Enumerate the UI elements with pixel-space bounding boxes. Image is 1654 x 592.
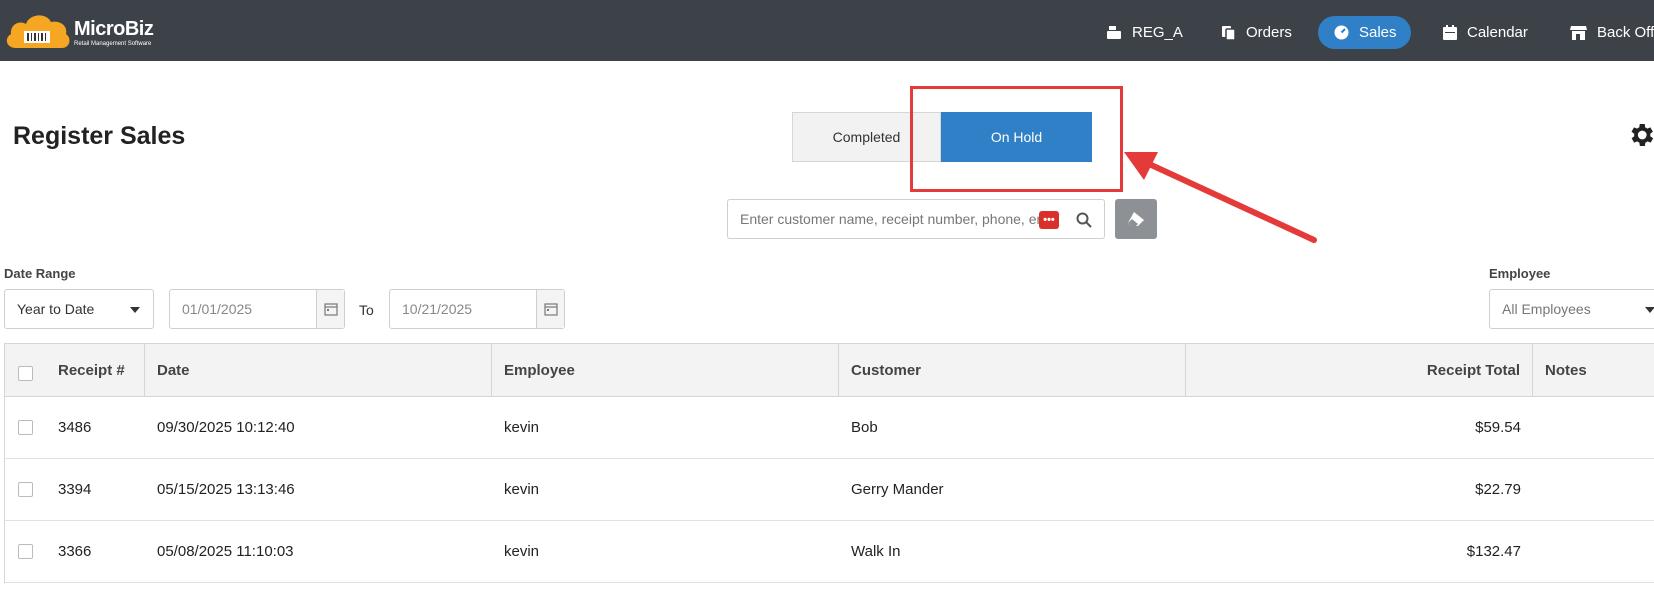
receipt-cell: 3486	[58, 419, 92, 436]
date-from-value: 01/01/2025	[182, 301, 253, 317]
date-range-label: Date Range	[4, 266, 76, 281]
top-navigation-bar: MicroBiz Retail Management Software REG_…	[0, 0, 1654, 61]
logo-name: MicroBiz	[74, 18, 154, 40]
total-cell: $22.79	[1475, 481, 1521, 498]
column-notes[interactable]: Notes	[1533, 344, 1654, 396]
orders-icon	[1222, 25, 1236, 41]
calendar-icon	[1443, 25, 1457, 40]
row-checkbox[interactable]	[18, 420, 33, 435]
employee-cell: kevin	[504, 481, 540, 498]
table-header: Receipt # Date Employee Customer Receipt…	[5, 344, 1654, 397]
row-checkbox[interactable]	[18, 544, 33, 559]
customer-cell: Bob	[851, 419, 878, 436]
total-cell: $132.47	[1466, 543, 1521, 560]
eraser-icon	[1128, 212, 1144, 226]
register-icon	[1107, 26, 1121, 39]
select-all-checkbox[interactable]	[18, 365, 33, 381]
nav-back-office-label: Back Office	[1597, 24, 1654, 41]
date-range-value: Year to Date	[17, 301, 95, 317]
nav-register-label: REG_A	[1132, 24, 1183, 41]
table-row[interactable]: 3394 05/15/2025 13:13:46 kevin Gerry Man…	[5, 459, 1654, 521]
total-cell: $59.54	[1475, 419, 1521, 436]
column-employee[interactable]: Employee	[492, 344, 839, 396]
calendar-icon	[543, 303, 558, 316]
date-cell: 05/15/2025 13:13:46	[157, 481, 295, 498]
receipt-cell: 3394	[58, 481, 92, 498]
nav-sales-label: Sales	[1359, 24, 1397, 41]
page-title: Register Sales	[13, 122, 186, 150]
employee-cell: kevin	[504, 419, 540, 436]
date-cell: 09/30/2025 10:12:40	[157, 419, 295, 436]
logo-tagline: Retail Management Software	[74, 41, 152, 47]
settings-gear-icon[interactable]	[1626, 120, 1654, 150]
nav-calendar-label: Calendar	[1467, 24, 1528, 41]
to-label: To	[359, 302, 374, 318]
column-receipt-total[interactable]: Receipt Total	[1186, 344, 1533, 396]
search-input[interactable]: Enter customer name, receipt number, pho…	[727, 199, 1105, 239]
calendar-icon	[323, 303, 338, 316]
microbiz-logo[interactable]: MicroBiz Retail Management Software	[4, 12, 174, 52]
date-to-field[interactable]: 10/21/2025	[389, 289, 565, 329]
nav-register[interactable]: REG_A	[1106, 16, 1183, 49]
date-from-field[interactable]: 01/01/2025	[169, 289, 345, 329]
nav-orders-label: Orders	[1246, 24, 1292, 41]
date-from-picker-button[interactable]	[316, 290, 344, 328]
date-range-select[interactable]: Year to Date	[4, 289, 154, 329]
row-checkbox[interactable]	[18, 482, 33, 497]
employee-cell: kevin	[504, 543, 540, 560]
dashboard-icon	[1334, 25, 1349, 40]
sales-table: Receipt # Date Employee Customer Receipt…	[4, 343, 1654, 583]
nav-back-office[interactable]: Back Office	[1570, 16, 1654, 49]
column-date[interactable]: Date	[145, 344, 492, 396]
table-row[interactable]: 3366 05/08/2025 11:10:03 kevin Walk In $…	[5, 521, 1654, 583]
store-icon	[1570, 26, 1587, 40]
chevron-down-icon	[1645, 307, 1654, 313]
logo-cloud-icon	[6, 15, 70, 49]
employee-value: All Employees	[1502, 301, 1591, 317]
receipt-cell: 3366	[58, 543, 92, 560]
nav-calendar[interactable]: Calendar	[1443, 16, 1528, 49]
search-icon[interactable]	[1076, 212, 1092, 228]
annotation-highlight-box	[910, 86, 1123, 192]
nav-orders[interactable]: Orders	[1221, 16, 1292, 49]
date-cell: 05/08/2025 11:10:03	[157, 543, 294, 560]
search-placeholder: Enter customer name, receipt number, pho…	[740, 211, 1040, 227]
date-to-value: 10/21/2025	[402, 301, 473, 317]
nav-sales[interactable]: Sales	[1318, 16, 1411, 49]
more-dots-icon[interactable]: •••	[1039, 211, 1059, 229]
employee-select[interactable]: All Employees	[1489, 289, 1654, 329]
column-customer[interactable]: Customer	[839, 344, 1186, 396]
clear-search-button[interactable]	[1115, 199, 1157, 239]
column-receipt[interactable]: Receipt #	[58, 344, 145, 396]
employee-label: Employee	[1489, 266, 1551, 281]
customer-cell: Gerry Mander	[851, 481, 944, 498]
customer-cell: Walk In	[851, 543, 901, 560]
chevron-down-icon	[130, 307, 140, 313]
date-to-picker-button[interactable]	[536, 290, 564, 328]
table-row[interactable]: 3486 09/30/2025 10:12:40 kevin Bob $59.5…	[5, 397, 1654, 459]
